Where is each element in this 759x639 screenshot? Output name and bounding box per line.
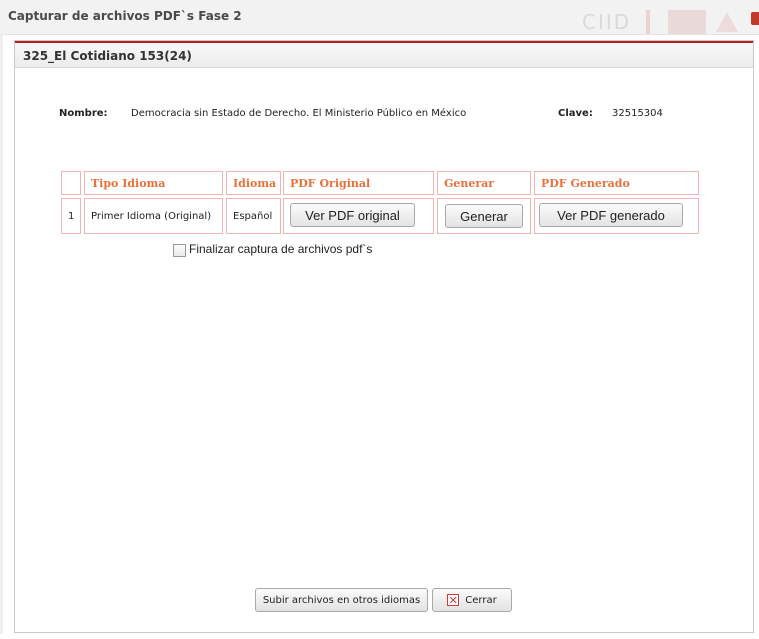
- col-header-num: [61, 171, 81, 195]
- window-close-icon[interactable]: [751, 12, 759, 25]
- nombre-value: Democracia sin Estado de Derecho. El Min…: [131, 108, 467, 119]
- nombre-label: Nombre:: [59, 108, 108, 119]
- window-title: Capturar de archivos PDF`s Fase 2: [8, 9, 242, 23]
- background-logo-bar: [646, 10, 650, 34]
- table-row-tipo-idioma: Primer Idioma (Original): [84, 198, 223, 234]
- col-header-pdf-original: PDF Original: [283, 171, 434, 195]
- finalizar-checkbox[interactable]: [173, 244, 186, 257]
- background-logo-triangle: [716, 12, 738, 32]
- col-header-pdf-generado: PDF Generado: [534, 171, 699, 195]
- dialog-header: 325_El Cotidiano 153(24): [15, 41, 753, 68]
- subir-archivos-button[interactable]: Subir archivos en otros idiomas: [255, 588, 428, 612]
- col-header-tipo-idioma: Tipo Idioma: [84, 171, 223, 195]
- dialog-title: 325_El Cotidiano 153(24): [23, 49, 192, 63]
- cerrar-button[interactable]: ✕ Cerrar: [432, 588, 512, 612]
- cerrar-label: Cerrar: [465, 594, 497, 606]
- col-header-idioma: Idioma: [226, 171, 281, 195]
- clave-label: Clave:: [558, 108, 593, 119]
- generar-button[interactable]: Generar: [445, 204, 523, 228]
- ver-pdf-generado-button[interactable]: Ver PDF generado: [539, 203, 683, 227]
- table-row-idioma: Español: [226, 198, 281, 234]
- background-logo-mark: [668, 10, 706, 34]
- table-row-num: 1: [61, 198, 81, 234]
- clave-value: 32515304: [612, 108, 663, 119]
- finalizar-checkbox-label[interactable]: Finalizar captura de archivos pdf`s: [189, 242, 372, 256]
- capture-dialog: 325_El Cotidiano 153(24) Nombre: Democra…: [14, 40, 754, 633]
- window-title-bar: Capturar de archivos PDF`s Fase 2 CIID: [0, 0, 759, 35]
- col-header-generar: Generar: [437, 171, 531, 195]
- ver-pdf-original-button[interactable]: Ver PDF original: [290, 203, 415, 227]
- red-x-icon: ✕: [447, 594, 460, 607]
- subir-archivos-label: Subir archivos en otros idiomas: [262, 594, 421, 606]
- background-logo: CIID: [582, 10, 632, 34]
- page-left-edge: [0, 34, 3, 634]
